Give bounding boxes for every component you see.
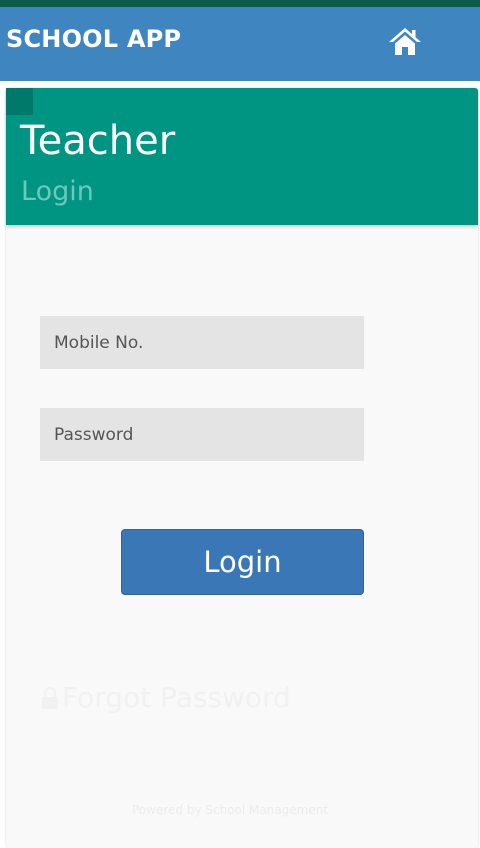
mobile-number-input[interactable] xyxy=(40,316,364,369)
home-icon[interactable] xyxy=(388,26,422,56)
forgot-password-label: Forgot Password xyxy=(62,681,291,714)
app-bar: SCHOOL APP xyxy=(0,7,480,81)
header-accent-square xyxy=(6,88,33,115)
footer-text: Powered by School Management xyxy=(132,803,329,817)
card-header: Teacher Login xyxy=(6,88,478,225)
forgot-password-link[interactable]: Forgot Password xyxy=(41,681,291,715)
card-subtitle: Login xyxy=(21,176,94,207)
login-button[interactable]: Login xyxy=(121,529,364,595)
app-title: SCHOOL APP xyxy=(6,25,182,53)
lock-icon xyxy=(42,686,58,709)
login-card: Teacher Login Login Forgot Password Powe… xyxy=(6,88,478,848)
password-input[interactable] xyxy=(40,408,364,461)
card-title: Teacher xyxy=(20,118,176,164)
status-bar xyxy=(0,0,480,7)
